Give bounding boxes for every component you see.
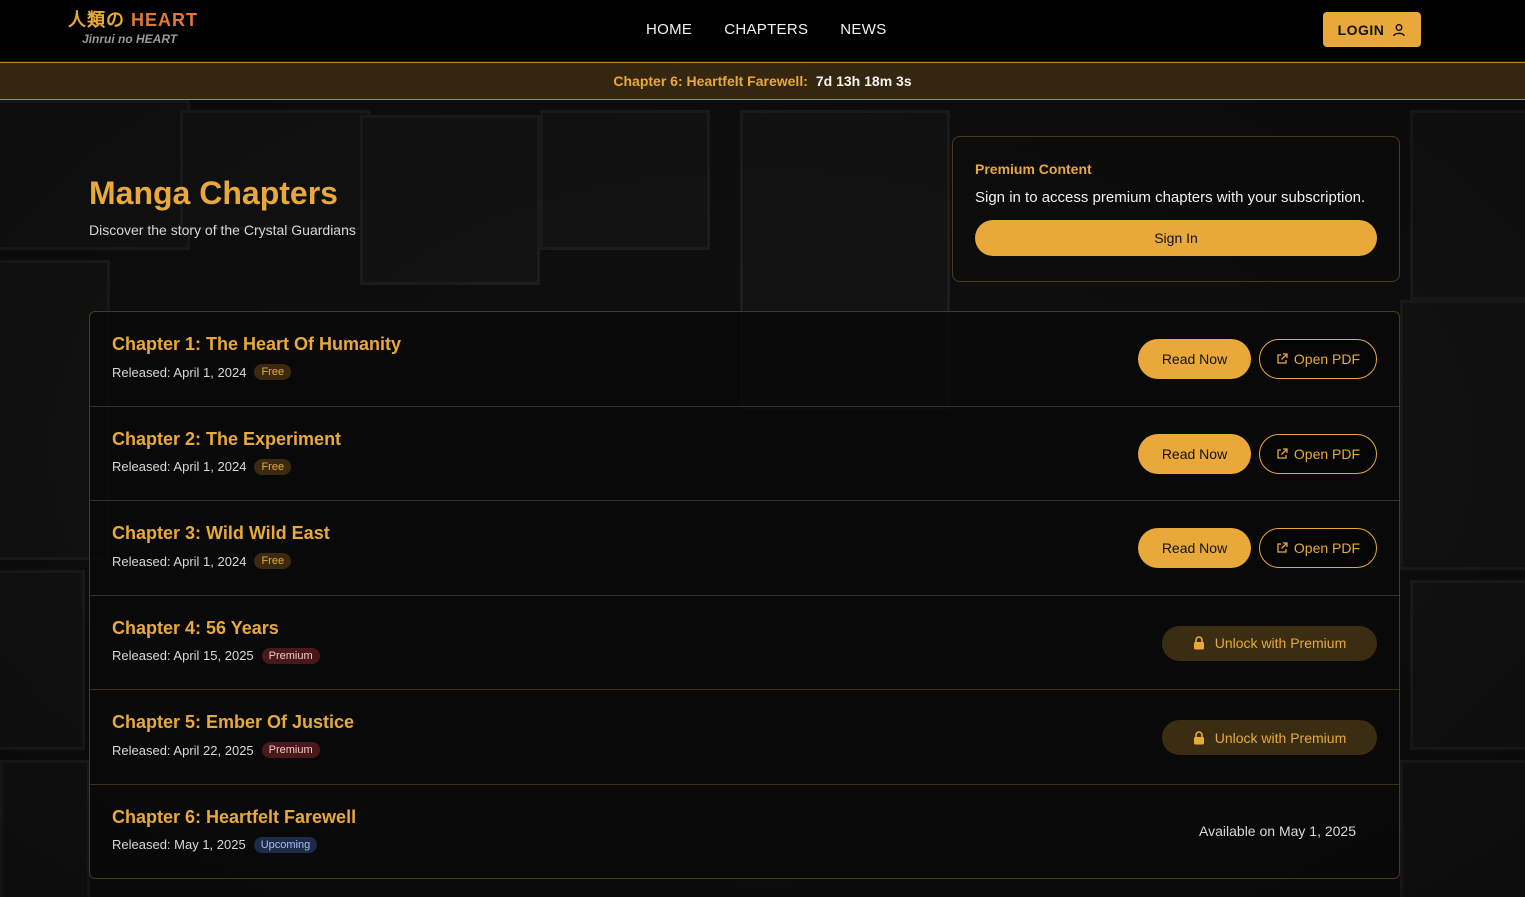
user-icon bbox=[1392, 23, 1406, 37]
chapter-release-date: Released: April 15, 2025 bbox=[112, 648, 254, 664]
page-title: Manga Chapters bbox=[89, 175, 338, 211]
premium-badge: Premium bbox=[261, 742, 320, 759]
availability-date: Available on May 1, 2025 bbox=[1199, 822, 1356, 839]
open-pdf-label: Open PDF bbox=[1293, 351, 1361, 367]
logo-heart: HEART bbox=[131, 10, 199, 30]
chapter-list: Chapter 1: The Heart Of Humanity Release… bbox=[89, 311, 1400, 879]
premium-content-card: Premium Content Sign in to access premiu… bbox=[952, 136, 1400, 282]
top-navbar: 人類の HEART Jinrui no HEART HOME CHAPTERS … bbox=[0, 0, 1525, 62]
chapter-title[interactable]: Chapter 4: 56 Years bbox=[112, 618, 279, 639]
unlock-label: Unlock with Premium bbox=[1214, 729, 1347, 746]
read-now-button[interactable]: Read Now bbox=[1138, 528, 1251, 569]
login-button[interactable]: LOGIN bbox=[1323, 12, 1421, 47]
nav-home[interactable]: HOME bbox=[646, 21, 692, 38]
premium-description: Sign in to access premium chapters with … bbox=[975, 189, 1366, 206]
countdown-timer: 7d 13h 18m 3s bbox=[815, 73, 912, 89]
logo-kanji: 人類の bbox=[68, 10, 125, 30]
open-pdf-label: Open PDF bbox=[1293, 540, 1361, 557]
chapter-row: Chapter 3: Wild Wild East Released: Apri… bbox=[90, 501, 1399, 596]
free-badge: Free bbox=[254, 553, 292, 570]
brand-logo[interactable]: 人類の HEART Jinrui no HEART bbox=[68, 10, 198, 46]
external-link-icon bbox=[1276, 542, 1288, 554]
chapter-row: Chapter 4: 56 Years Released: April 15, … bbox=[90, 596, 1399, 691]
login-label: LOGIN bbox=[1337, 21, 1385, 38]
chapter-release-date: Released: April 1, 2024 bbox=[112, 459, 247, 475]
chapter-title[interactable]: Chapter 1: The Heart Of Humanity bbox=[112, 334, 401, 355]
open-pdf-button[interactable]: Open PDF bbox=[1259, 528, 1377, 569]
read-now-button[interactable]: Read Now bbox=[1138, 433, 1251, 474]
chapter-title[interactable]: Chapter 2: The Experiment bbox=[112, 429, 341, 450]
unlock-premium-button[interactable]: Unlock with Premium bbox=[1162, 625, 1377, 661]
chapter-row: Chapter 1: The Heart Of Humanity Release… bbox=[90, 312, 1399, 407]
release-countdown-banner: Chapter 6: Heartfelt Farewell: 7d 13h 18… bbox=[0, 62, 1525, 100]
chapter-row: Chapter 5: Ember Of Justice Released: Ap… bbox=[90, 690, 1399, 785]
chapter-release-date: Released: May 1, 2025 bbox=[112, 837, 246, 853]
nav-news[interactable]: NEWS bbox=[840, 21, 886, 38]
unlock-premium-button[interactable]: Unlock with Premium bbox=[1162, 720, 1377, 756]
chapter-title[interactable]: Chapter 6: Heartfelt Farewell bbox=[112, 807, 356, 828]
free-badge: Free bbox=[254, 458, 292, 475]
open-pdf-button[interactable]: Open PDF bbox=[1259, 339, 1377, 379]
chapter-release-date: Released: April 22, 2025 bbox=[112, 742, 254, 758]
logo-subtitle: Jinrui no HEART bbox=[82, 32, 178, 46]
nav-chapters[interactable]: CHAPTERS bbox=[724, 21, 808, 38]
main-nav: HOME CHAPTERS NEWS bbox=[646, 21, 887, 38]
lock-icon bbox=[1193, 731, 1205, 745]
chapter-title[interactable]: Chapter 3: Wild Wild East bbox=[112, 523, 330, 544]
countdown-title: Chapter 6: Heartfelt Farewell: bbox=[613, 73, 808, 89]
upcoming-badge: Upcoming bbox=[253, 836, 318, 853]
chapter-title[interactable]: Chapter 5: Ember Of Justice bbox=[112, 712, 354, 733]
read-now-button[interactable]: Read Now bbox=[1138, 339, 1251, 379]
unlock-label: Unlock with Premium bbox=[1214, 635, 1347, 652]
chapter-release-date: Released: April 1, 2024 bbox=[112, 364, 247, 380]
chapter-row: Chapter 6: Heartfelt Farewell Released: … bbox=[90, 785, 1399, 880]
open-pdf-button[interactable]: Open PDF bbox=[1259, 433, 1377, 474]
page-subtitle: Discover the story of the Crystal Guardi… bbox=[89, 222, 356, 238]
premium-badge: Premium bbox=[261, 647, 320, 664]
sign-in-button[interactable]: Sign In bbox=[975, 220, 1377, 256]
chapter-row: Chapter 2: The Experiment Released: Apri… bbox=[90, 407, 1399, 502]
external-link-icon bbox=[1276, 447, 1288, 460]
free-badge: Free bbox=[254, 364, 292, 380]
external-link-icon bbox=[1276, 353, 1288, 365]
open-pdf-label: Open PDF bbox=[1293, 445, 1361, 462]
chapter-release-date: Released: April 1, 2024 bbox=[112, 553, 247, 569]
premium-title: Premium Content bbox=[975, 161, 1092, 177]
lock-icon bbox=[1193, 636, 1205, 650]
